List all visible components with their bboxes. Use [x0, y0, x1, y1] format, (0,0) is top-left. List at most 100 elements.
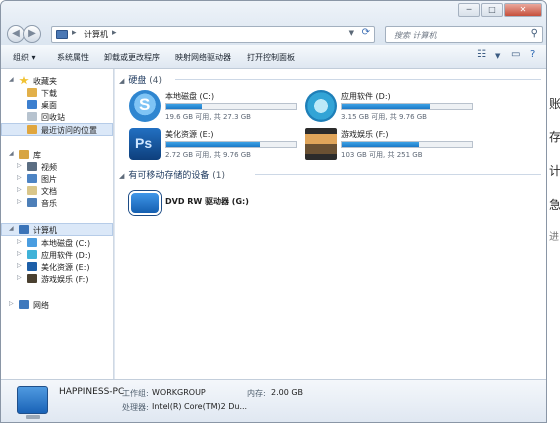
- chevron-right-icon[interactable]: ▸: [112, 28, 117, 38]
- collapse-arrow-icon[interactable]: ◢: [119, 77, 124, 85]
- usage-fill: [342, 142, 419, 147]
- skype-glyph: S: [139, 95, 151, 114]
- sidebar-item-recycle-bin[interactable]: 回收站: [1, 111, 113, 123]
- sidebar-item-drive-c[interactable]: ▷ 本地磁盘 (C:): [1, 237, 113, 249]
- collapse-arrow-icon[interactable]: ▷: [17, 174, 22, 181]
- sidebar-label: 最近访问的位置: [41, 126, 97, 135]
- sidebar-item-computer[interactable]: ◢ 计算机: [1, 223, 113, 236]
- sidebar-label: 桌面: [41, 101, 57, 110]
- uninstall-program-button[interactable]: 卸载或更改程序: [104, 52, 160, 63]
- downloads-folder-icon: [27, 88, 37, 97]
- sidebar-item-drive-e[interactable]: ▷ 美化资源 (E:): [1, 261, 113, 273]
- usage-bar: [165, 103, 297, 110]
- drive-size: 103 GB 可用, 共 251 GB: [341, 151, 423, 159]
- recent-places-icon: [27, 125, 37, 134]
- usage-fill: [166, 104, 203, 109]
- navigation-pane: ◢ 收藏夹 下载 桌面 回收站 最近访问的位置 ◢ 库 ▷ 视频 ▷ 图片 ▷ …: [1, 69, 114, 379]
- maximize-button[interactable]: □: [481, 3, 503, 17]
- system-properties-button[interactable]: 系统属性: [57, 52, 89, 63]
- collapse-arrow-icon[interactable]: ▷: [17, 162, 22, 169]
- address-path[interactable]: 计算机: [84, 29, 108, 40]
- photoshop-glyph: Ps: [135, 135, 153, 151]
- sidebar-label: 收藏夹: [33, 77, 57, 86]
- usage-fill: [166, 142, 260, 147]
- group-count: (4): [149, 76, 163, 86]
- address-bar[interactable]: ▸ 计算机 ▸ ▼ ⟳: [51, 26, 375, 43]
- app-icon: [305, 90, 337, 122]
- drive-name: DVD RW 驱动器 (G:): [165, 197, 249, 206]
- expand-arrow-icon[interactable]: ◢: [9, 76, 14, 83]
- collapse-arrow-icon[interactable]: ▷: [17, 186, 22, 193]
- group-header-removable[interactable]: ◢ 有可移动存储的设备 (1): [119, 168, 225, 181]
- collapse-arrow-icon[interactable]: ▷: [17, 250, 22, 257]
- map-network-drive-button[interactable]: 映射网络驱动器: [175, 52, 231, 63]
- forward-button[interactable]: ▶: [23, 25, 41, 43]
- background-text: 存: [549, 130, 560, 144]
- content-pane: ◢ 硬盘 (4) S 本地磁盘 (C:) 19.6 GB 可用, 共 27.3 G…: [115, 69, 546, 379]
- photoshop-icon: Ps: [129, 128, 161, 160]
- collapse-arrow-icon[interactable]: ▷: [9, 300, 14, 307]
- minimize-button[interactable]: ─: [458, 3, 480, 17]
- preview-pane-icon[interactable]: ▭: [511, 49, 520, 60]
- group-header-hard-disks[interactable]: ◢ 硬盘 (4): [119, 73, 162, 86]
- photoshop-drive-icon: [27, 262, 37, 271]
- star-icon: [19, 76, 29, 85]
- help-icon[interactable]: ?: [530, 49, 535, 60]
- sidebar-item-recent-places[interactable]: 最近访问的位置: [1, 123, 113, 136]
- sidebar-item-videos[interactable]: ▷ 视频: [1, 161, 113, 173]
- sidebar-item-downloads[interactable]: 下载: [1, 87, 113, 99]
- drive-g[interactable]: DVD RW 驱动器 (G:): [129, 186, 301, 224]
- group-count: (1): [212, 171, 226, 181]
- skype-drive-icon: [27, 238, 37, 247]
- documents-icon: [27, 186, 37, 195]
- drive-f[interactable]: 游戏娱乐 (F:) 103 GB 可用, 共 251 GB: [305, 127, 477, 165]
- drive-name: 本地磁盘 (C:): [165, 92, 215, 101]
- expand-arrow-icon[interactable]: ◢: [9, 150, 14, 157]
- sidebar-item-favorites[interactable]: ◢ 收藏夹: [1, 75, 113, 87]
- drive-e[interactable]: Ps 美化资源 (E:) 2.72 GB 可用, 共 9.76 GB: [129, 127, 301, 165]
- game-icon: [305, 128, 337, 160]
- title-bar: ─ □ ✕ ◀ ▶ ▸ 计算机 ▸ ▼ ⟳ 搜索 计算机 ⚲: [1, 1, 546, 45]
- collapse-arrow-icon[interactable]: ▷: [17, 198, 22, 205]
- sidebar-item-documents[interactable]: ▷ 文档: [1, 185, 113, 197]
- recycle-bin-icon: [27, 112, 37, 121]
- search-icon[interactable]: ⚲: [531, 28, 538, 39]
- sidebar-item-network[interactable]: ▷ 网络: [1, 299, 113, 311]
- app-drive-icon: [27, 250, 37, 259]
- workgroup-value: WORKGROUP: [152, 388, 206, 397]
- chevron-right-icon[interactable]: ▸: [72, 28, 77, 38]
- search-input[interactable]: 搜索 计算机 ⚲: [385, 26, 543, 43]
- sidebar-item-music[interactable]: ▷ 音乐: [1, 197, 113, 209]
- sidebar-item-drive-f[interactable]: ▷ 游戏娱乐 (F:): [1, 273, 113, 285]
- sidebar-label: 图片: [41, 175, 57, 184]
- collapse-arrow-icon[interactable]: ▷: [17, 238, 22, 245]
- sidebar-item-pictures[interactable]: ▷ 图片: [1, 173, 113, 185]
- view-options-icon[interactable]: ☷: [477, 49, 486, 60]
- drive-name: 游戏娱乐 (F:): [341, 130, 389, 139]
- drive-c[interactable]: S 本地磁盘 (C:) 19.6 GB 可用, 共 27.3 GB: [129, 89, 301, 127]
- collapse-arrow-icon[interactable]: ▷: [17, 262, 22, 269]
- sidebar-item-libraries[interactable]: ◢ 库: [1, 149, 113, 161]
- memory-label: 内存:: [247, 389, 266, 398]
- refresh-icon[interactable]: ⟳: [362, 27, 370, 38]
- organize-button[interactable]: 组织 ▾: [13, 52, 36, 63]
- sidebar-item-drive-d[interactable]: ▷ 应用软件 (D:): [1, 249, 113, 261]
- sidebar-label: 网络: [33, 301, 49, 310]
- sidebar-item-desktop[interactable]: 桌面: [1, 99, 113, 111]
- computer-icon: [56, 30, 68, 39]
- chevron-down-icon[interactable]: ▼: [349, 29, 354, 37]
- group-divider: [175, 79, 541, 80]
- computer-icon: [17, 386, 48, 419]
- close-button[interactable]: ✕: [504, 3, 542, 17]
- drive-d[interactable]: 应用软件 (D:) 3.15 GB 可用, 共 9.76 GB: [305, 89, 477, 127]
- drive-name: 美化资源 (E:): [165, 130, 214, 139]
- expand-arrow-icon[interactable]: ◢: [9, 225, 14, 232]
- collapse-arrow-icon[interactable]: ▷: [17, 274, 22, 281]
- group-title: 有可移动存储的设备: [128, 171, 210, 181]
- processor-label: 处理器:: [122, 403, 149, 412]
- background-text: 进: [549, 232, 559, 243]
- dvd-drive-icon: [129, 191, 161, 215]
- open-control-panel-button[interactable]: 打开控制面板: [247, 52, 295, 63]
- chevron-down-icon[interactable]: ▼: [495, 52, 500, 60]
- collapse-arrow-icon[interactable]: ◢: [119, 172, 124, 180]
